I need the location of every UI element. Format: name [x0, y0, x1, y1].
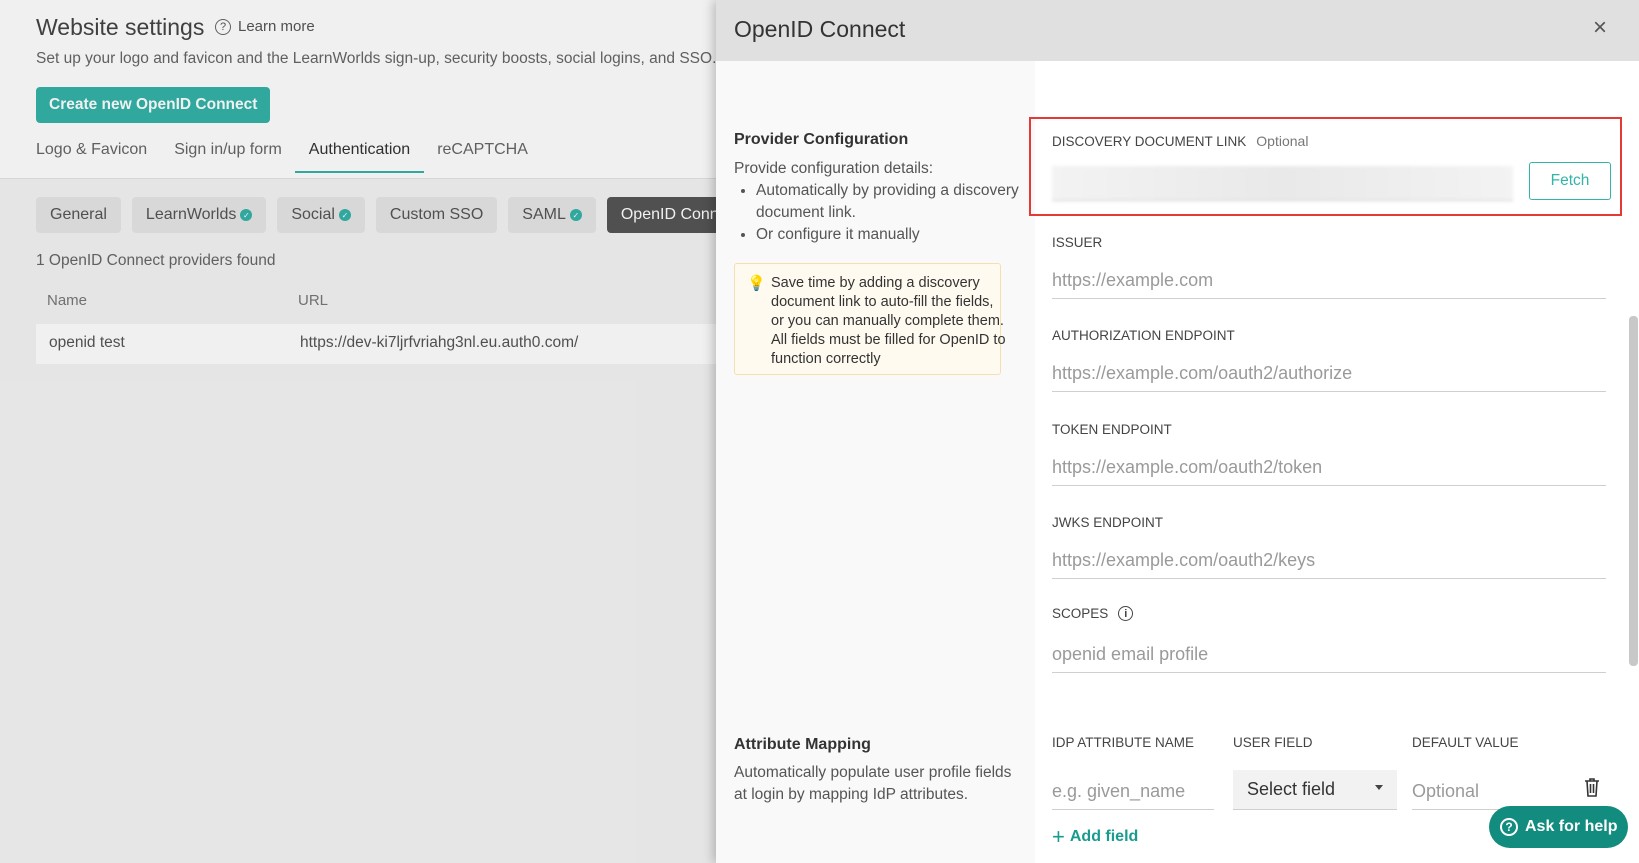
user-field-header: USER FIELD	[1233, 735, 1313, 750]
issuer-input[interactable]	[1052, 262, 1606, 299]
select-value: Select field	[1247, 779, 1336, 799]
scrollbar[interactable]	[1627, 61, 1639, 863]
trash-icon[interactable]	[1582, 776, 1602, 798]
tip-box: 💡 Save time by adding a discovery docume…	[734, 263, 1006, 375]
close-icon[interactable]: ×	[1593, 14, 1607, 42]
question-icon: ?	[1500, 818, 1518, 836]
caret-down-icon	[1375, 785, 1383, 790]
attribute-mapping-description: Automatically populate user profile fiel…	[734, 764, 1012, 803]
jwks-endpoint-label: JWKS ENDPOINT	[1052, 515, 1164, 530]
issuer-label: ISSUER	[1052, 235, 1103, 250]
scopes-label-text: SCOPES	[1052, 606, 1109, 621]
authorization-endpoint-input[interactable]	[1052, 355, 1606, 392]
provider-config-intro: Provide configuration details:	[734, 160, 934, 177]
drawer-header: OpenID Connect ×	[716, 0, 1639, 61]
discovery-highlight-box	[1029, 117, 1622, 216]
provider-config-list: Automatically by providing a discovery d…	[734, 180, 1024, 246]
scopes-label: SCOPES i	[1052, 606, 1134, 621]
info-icon[interactable]: i	[1118, 606, 1134, 621]
idp-attribute-input[interactable]	[1052, 773, 1214, 810]
ask-for-help-label: Ask for help	[1525, 818, 1618, 835]
user-field-select[interactable]: Select field	[1233, 770, 1397, 810]
provider-config-text: Provide configuration details: Automatic…	[734, 158, 1024, 246]
jwks-endpoint-input[interactable]	[1052, 542, 1606, 579]
authorization-endpoint-label: AUTHORIZATION ENDPOINT	[1052, 328, 1235, 343]
idp-attribute-header: IDP ATTRIBUTE NAME	[1052, 735, 1195, 750]
default-value-input[interactable]	[1412, 773, 1562, 810]
default-value-header: DEFAULT VALUE	[1412, 735, 1519, 750]
tip-text: Save time by adding a discovery document…	[771, 275, 1006, 367]
plus-icon: +	[1052, 824, 1065, 849]
list-item: Or configure it manually	[756, 224, 1024, 246]
attribute-mapping-title: Attribute Mapping	[734, 736, 871, 753]
token-endpoint-input[interactable]	[1052, 449, 1606, 486]
scrollbar-thumb[interactable]	[1629, 316, 1638, 666]
add-field-button[interactable]: + Add field	[1052, 824, 1139, 849]
drawer-title: OpenID Connect	[734, 16, 906, 42]
scopes-input[interactable]	[1052, 636, 1606, 673]
lightbulb-icon: 💡	[747, 275, 766, 292]
ask-for-help-button[interactable]: ? Ask for help	[1489, 806, 1628, 848]
provider-config-title: Provider Configuration	[734, 131, 909, 148]
add-field-label: Add field	[1069, 828, 1139, 845]
list-item: Automatically by providing a discovery d…	[756, 180, 1024, 224]
token-endpoint-label: TOKEN ENDPOINT	[1052, 422, 1172, 437]
